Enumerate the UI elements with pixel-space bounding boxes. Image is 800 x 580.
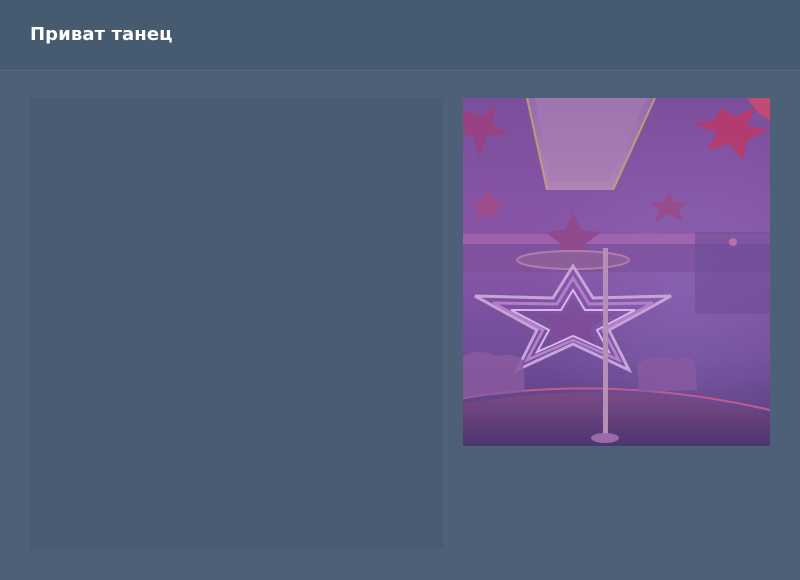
app-window: Приват танец	[0, 0, 800, 580]
top-header: Приват танец	[0, 0, 800, 71]
page-title: Приват танец	[30, 24, 173, 45]
preview-image	[463, 98, 770, 446]
private-dance-room-illustration	[463, 98, 770, 446]
content-panel	[30, 98, 443, 549]
